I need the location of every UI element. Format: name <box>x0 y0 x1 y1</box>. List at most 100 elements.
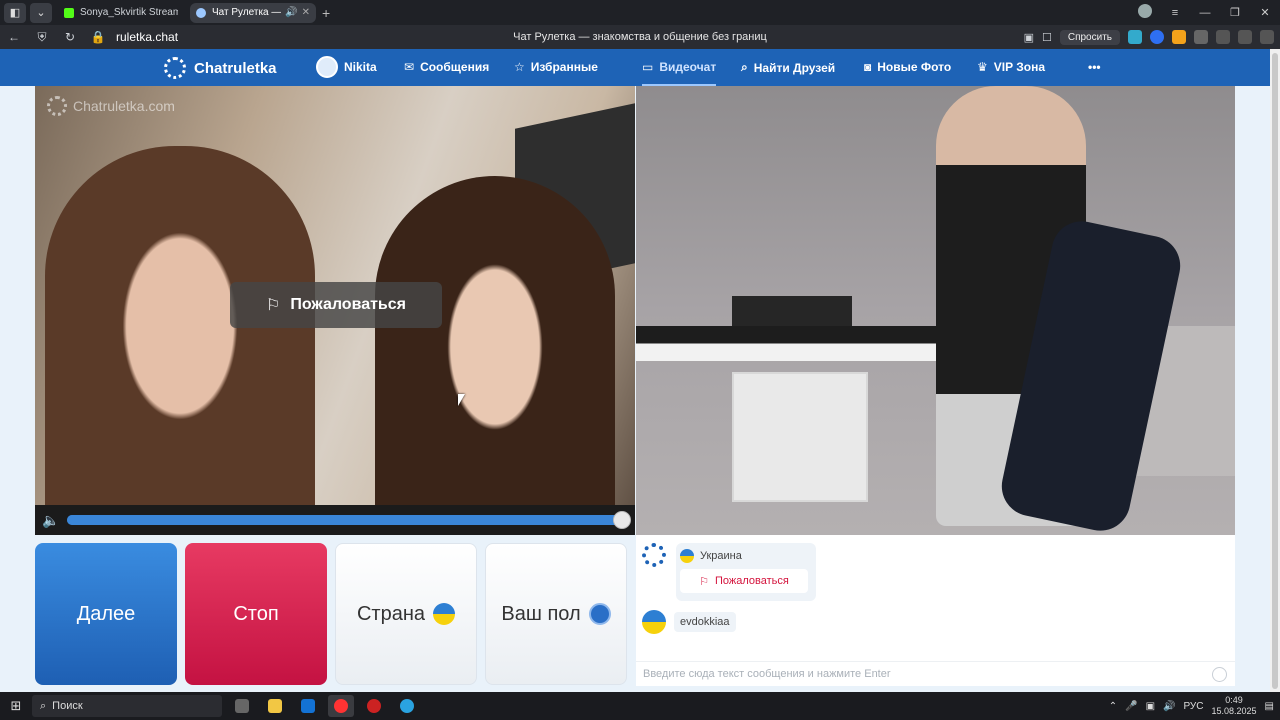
screenshot-icon[interactable] <box>1216 30 1230 44</box>
tab-kick-stream[interactable]: Sonya_Skvirtik Stream - Ki <box>58 3 184 23</box>
volume-fill <box>67 515 622 525</box>
nav-find-friends[interactable]: ⌕ Найти Друзей <box>741 60 835 75</box>
video-camera-icon: ▭ <box>642 60 654 74</box>
chevron-down-icon[interactable]: ⌄ <box>30 2 52 23</box>
collections-icon[interactable] <box>1238 30 1252 44</box>
extensions-icon[interactable] <box>1194 30 1208 44</box>
chat-report-button[interactable]: ⚐ Пожаловаться <box>680 569 808 593</box>
volume-icon[interactable]: 🔊 <box>1163 701 1175 712</box>
nav-messages[interactable]: ✉ Сообщения <box>404 60 489 74</box>
report-label: Пожаловаться <box>290 296 406 313</box>
browser-menu-icon[interactable]: ◧ <box>4 2 26 23</box>
reload-icon[interactable]: ↻ <box>56 30 84 44</box>
language-indicator[interactable]: РУС <box>1183 701 1203 712</box>
own-video: Chatruletka.com ⚐ Пожаловаться <box>35 86 635 534</box>
gender-icon <box>588 603 611 625</box>
button-label: Ваш пол <box>501 602 581 625</box>
video-person <box>375 176 615 534</box>
outlook-icon[interactable] <box>295 695 321 717</box>
minimize-icon[interactable]: — <box>1190 7 1220 19</box>
volume-control: 🔈 <box>35 505 635 535</box>
partner-country: Украина <box>680 549 742 563</box>
camera-icon[interactable]: ▣ <box>1024 31 1034 44</box>
speaker-icon[interactable]: 🔊 <box>285 7 297 18</box>
report-label: Пожаловаться <box>715 575 789 587</box>
task-view-icon[interactable] <box>229 695 255 717</box>
clock[interactable]: 0:49 15.08.2025 <box>1212 695 1257 717</box>
chat-panel: Украина ⚐ Пожаловаться evdokkiaa <box>636 535 1235 686</box>
tab-chatruletka[interactable]: Чат Рулетка — знак 🔊 ✕ <box>190 2 316 23</box>
kick-icon <box>64 7 74 18</box>
emoji-icon[interactable] <box>1212 667 1227 682</box>
close-tab-icon[interactable]: ✕ <box>302 7 310 18</box>
button-label: Далее <box>76 602 136 625</box>
speaker-icon[interactable]: 🔈 <box>35 512 67 529</box>
site-logo[interactable]: Chatruletka <box>164 57 277 79</box>
logo-icon <box>164 57 186 79</box>
nav-label: VIP Зона <box>993 60 1045 74</box>
new-tab-button[interactable]: + <box>322 5 330 21</box>
report-overlay-button[interactable]: ⚐ Пожаловаться <box>230 282 442 328</box>
address-bar: ← ⛨ ↻ 🔒 ruletka.chat Чат Рулетка — знако… <box>0 25 1280 49</box>
page-scrollbar[interactable] <box>1270 49 1280 692</box>
nav-favorites[interactable]: ☆ Избранные <box>514 60 598 74</box>
star-icon: ☆ <box>514 60 525 74</box>
nav-label: Сообщения <box>420 60 490 74</box>
yellow-ext-icon[interactable] <box>1172 30 1186 44</box>
translate-ext-icon[interactable] <box>1128 30 1142 44</box>
partner-video <box>636 86 1235 535</box>
video-person <box>45 146 315 534</box>
windows-start-icon[interactable]: ⊞ <box>0 698 32 714</box>
flag-icon: ⚐ <box>699 575 709 588</box>
download-icon[interactable] <box>1260 30 1274 44</box>
search-icon: ⌕ <box>741 60 748 74</box>
url-text[interactable]: ruletka.chat <box>116 30 178 44</box>
lock-icon[interactable]: 🔒 <box>84 30 112 44</box>
partner-username: evdokkiaa <box>674 612 736 632</box>
chatruletka-favicon <box>196 7 206 18</box>
menu-icon[interactable]: ≡ <box>1160 7 1190 19</box>
logo-icon <box>47 96 67 116</box>
gender-button[interactable]: Ваш пол <box>485 543 627 685</box>
shazam-ext-icon[interactable] <box>1150 30 1164 44</box>
ask-button[interactable]: Спросить <box>1059 29 1120 45</box>
next-button[interactable]: Далее <box>35 543 177 685</box>
chevron-up-icon[interactable]: ⌃ <box>1109 701 1117 712</box>
volume-slider[interactable] <box>67 511 631 529</box>
nav-vip-zone[interactable]: ♛ VIP Зона <box>977 60 1045 74</box>
chatruletka-logo-icon <box>642 543 666 567</box>
volume-knob[interactable] <box>613 511 631 529</box>
nav-label: Nikita <box>344 60 377 74</box>
close-window-icon[interactable]: ✕ <box>1250 6 1280 19</box>
country-button[interactable]: Страна <box>335 543 477 685</box>
profile-avatar[interactable] <box>1130 4 1160 21</box>
nav-label: Видеочат <box>659 60 717 74</box>
video-background <box>732 372 868 502</box>
yandex-browser-icon[interactable] <box>328 695 354 717</box>
telegram-icon[interactable] <box>394 695 420 717</box>
crown-icon: ♛ <box>977 60 988 74</box>
nav-videochat[interactable]: ▭ Видеочат <box>642 60 717 86</box>
network-icon[interactable]: ▣ <box>1146 701 1155 712</box>
bookmark-icon[interactable]: ☐ <box>1042 31 1052 44</box>
restore-icon[interactable]: ❐ <box>1220 6 1250 19</box>
notification-icon[interactable]: ▤ <box>1265 701 1274 712</box>
button-label: Стоп <box>233 602 279 625</box>
microphone-icon[interactable]: 🎤 <box>1125 701 1137 712</box>
nav-user-profile[interactable]: Nikita <box>316 56 377 78</box>
partner-info-card: Украина ⚐ Пожаловаться <box>676 543 816 601</box>
back-icon[interactable]: ← <box>0 30 28 44</box>
taskbar-search[interactable]: ⌕ Поиск <box>32 695 222 717</box>
nav-new-photos[interactable]: ◙ Новые Фото <box>864 60 951 74</box>
browser-tabstrip: ◧ ⌄ Sonya_Skvirtik Stream - Ki Чат Рулет… <box>0 0 1280 25</box>
site-header: Chatruletka Nikita ✉ Сообщения ☆ Избранн… <box>0 49 1270 86</box>
windows-taskbar: ⊞ ⌕ Поиск ⌃ 🎤 ▣ 🔊 РУС 0:49 15.08.2025 ▤ <box>0 692 1280 720</box>
tab-label: Чат Рулетка — знак <box>212 7 282 18</box>
app-icon[interactable] <box>361 695 387 717</box>
chat-message-input[interactable] <box>643 668 1203 680</box>
logo-text: Chatruletka <box>194 59 277 77</box>
protect-icon[interactable]: ⛨ <box>28 30 56 45</box>
stop-button[interactable]: Стоп <box>185 543 327 685</box>
file-explorer-icon[interactable] <box>262 695 288 717</box>
more-menu-button[interactable]: ••• <box>1088 60 1101 74</box>
